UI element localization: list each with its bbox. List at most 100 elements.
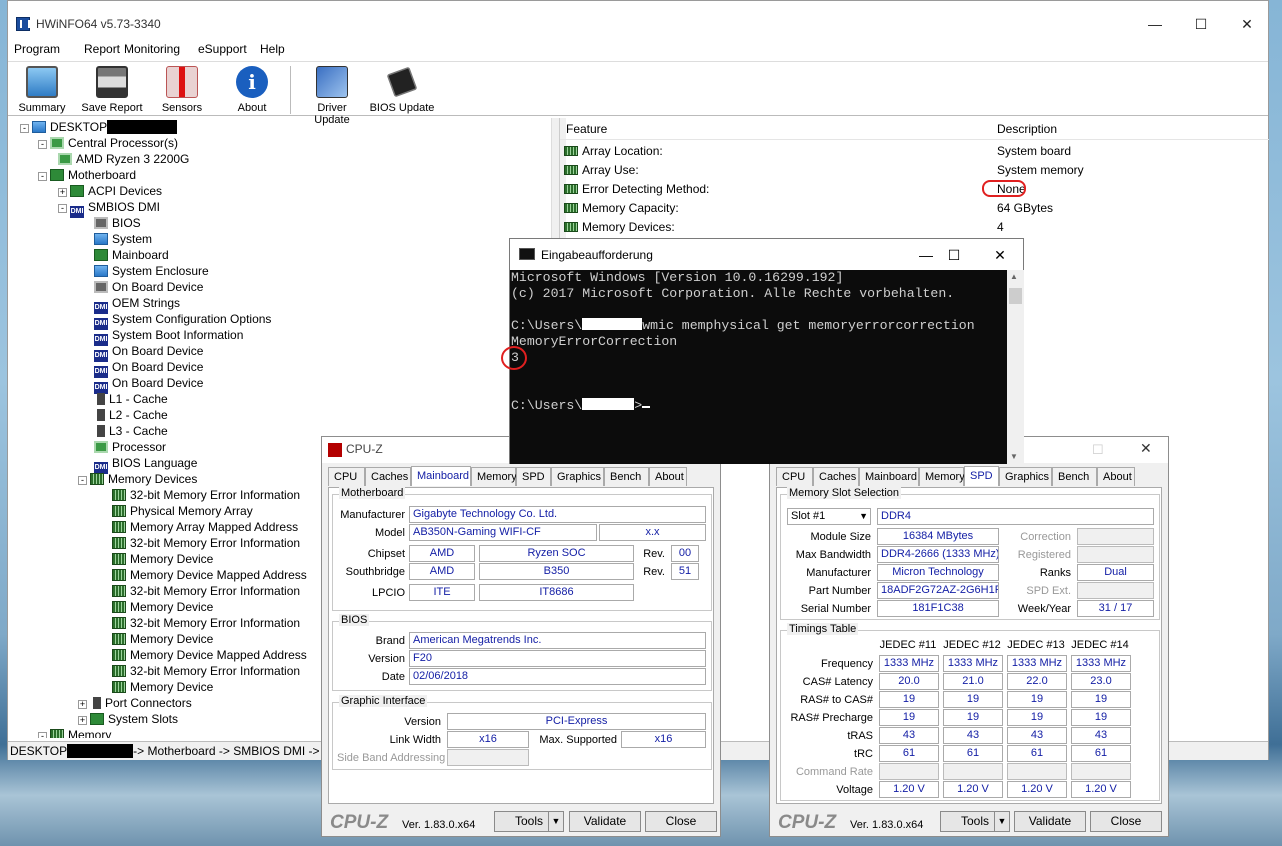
tree-node[interactable]: Physical Memory Array — [112, 503, 253, 519]
menu-report[interactable]: Report — [84, 42, 120, 56]
tab-memory[interactable]: Memory — [919, 467, 965, 486]
tools-dropdown-arrow[interactable]: ▼ — [548, 811, 564, 832]
tab-about[interactable]: About — [649, 467, 687, 486]
tree-node[interactable]: Memory Device — [112, 599, 213, 615]
menu-esupport[interactable]: eSupport — [198, 42, 247, 56]
about-button[interactable]: i About — [219, 66, 285, 114]
expand-icon[interactable]: + — [78, 716, 87, 725]
tree-node[interactable]: 32-bit Memory Error Information — [112, 487, 300, 503]
tree-node[interactable]: DMI On Board Device — [94, 375, 203, 394]
expand-icon[interactable]: + — [78, 700, 87, 709]
minimize-button[interactable]: — — [1132, 11, 1178, 37]
tab-graphics[interactable]: Graphics — [551, 467, 604, 486]
cmd-maximize-button[interactable]: ☐ — [934, 244, 974, 266]
tree-node[interactable]: - DESKTOP — [20, 119, 178, 135]
tree-node[interactable]: AMD Ryzen 3 2200G — [58, 151, 189, 167]
tree-node[interactable]: DMI OEM Strings — [94, 295, 180, 314]
tree-node[interactable]: - Central Processor(s) — [38, 135, 178, 151]
tree-node[interactable]: - DMI SMBIOS DMI — [58, 199, 160, 218]
tree-node[interactable]: Memory Device — [112, 551, 213, 567]
maximize-button[interactable]: ☐ — [1178, 11, 1224, 37]
collapse-icon[interactable]: - — [78, 476, 87, 485]
tree-node[interactable]: Memory Device Mapped Address — [112, 647, 307, 663]
collapse-icon[interactable]: - — [58, 204, 67, 213]
tree-node[interactable]: Memory Array Mapped Address — [112, 519, 298, 535]
driver-update-button[interactable]: Driver Update — [299, 66, 365, 126]
collapse-icon[interactable]: - — [38, 172, 47, 181]
tree-node[interactable]: Memory Device — [112, 679, 213, 695]
tree-node[interactable]: - Motherboard — [38, 167, 136, 183]
tab-cpu[interactable]: CPU — [776, 467, 813, 486]
tree-node[interactable]: DMI System Boot Information — [94, 327, 243, 346]
tree-node[interactable]: DMI On Board Device — [94, 359, 203, 378]
slot-select[interactable]: Slot #1 ▼ — [787, 508, 871, 525]
tree-node[interactable]: 32-bit Memory Error Information — [112, 535, 300, 551]
tab-mainboard[interactable]: Mainboard — [859, 467, 919, 486]
close-cpuz-button[interactable]: Close — [1090, 811, 1162, 832]
tree-node[interactable]: 32-bit Memory Error Information — [112, 663, 300, 679]
tab-graphics[interactable]: Graphics — [999, 467, 1052, 486]
tree-node[interactable]: - Memory — [38, 727, 111, 738]
tree-node[interactable]: System — [94, 231, 152, 247]
close-cpuz-button[interactable]: Close — [645, 811, 717, 832]
collapse-icon[interactable]: - — [38, 140, 47, 149]
scroll-thumb[interactable] — [1009, 288, 1022, 304]
menu-monitoring[interactable]: Monitoring — [124, 42, 180, 56]
tab-caches[interactable]: Caches — [813, 467, 859, 486]
tree-node[interactable]: DMI System Configuration Options — [94, 311, 271, 330]
sensors-button[interactable]: Sensors — [149, 66, 215, 114]
console-output[interactable]: Microsoft Windows [Version 10.0.16299.19… — [510, 270, 1007, 464]
tree-node[interactable]: + Port Connectors — [78, 695, 192, 711]
menu-program[interactable]: Program — [14, 42, 60, 56]
validate-button[interactable]: Validate — [569, 811, 641, 832]
tree-node[interactable]: Memory Device — [112, 631, 213, 647]
tab-cpu[interactable]: CPU — [328, 467, 365, 486]
scroll-up-icon[interactable]: ▲ — [1010, 272, 1018, 281]
tree-node[interactable]: L1 - Cache — [94, 391, 168, 407]
menu-help[interactable]: Help — [260, 42, 285, 56]
col-feature[interactable]: Feature — [566, 118, 607, 140]
tree-node[interactable]: On Board Device — [94, 279, 203, 295]
tab-memory[interactable]: Memory — [471, 467, 517, 486]
tab-about[interactable]: About — [1097, 467, 1135, 486]
tree-node[interactable]: BIOS — [94, 215, 141, 231]
tab-bench[interactable]: Bench — [604, 467, 649, 486]
bios-update-button[interactable]: BIOS Update — [369, 66, 435, 114]
tree-node[interactable]: L3 - Cache — [94, 423, 168, 439]
tree-node[interactable]: System Enclosure — [94, 263, 209, 279]
cmd-close-button[interactable]: ✕ — [980, 244, 1020, 266]
tab-mainboard[interactable]: Mainboard — [411, 466, 471, 486]
tree-node[interactable]: + ACPI Devices — [58, 183, 162, 199]
collapse-icon[interactable]: - — [20, 124, 29, 133]
scroll-down-icon[interactable]: ▼ — [1010, 452, 1018, 461]
tab-spd[interactable]: SPD — [516, 467, 551, 486]
feature-row[interactable]: Memory Capacity: — [564, 199, 679, 218]
expand-icon[interactable]: + — [58, 188, 67, 197]
tree-node[interactable]: 32-bit Memory Error Information — [112, 615, 300, 631]
feature-row[interactable]: Memory Devices: — [564, 218, 675, 237]
feature-row[interactable]: Array Location: — [564, 142, 663, 161]
tree-node[interactable]: + System Slots — [78, 711, 178, 727]
close-button[interactable]: ✕ — [1140, 440, 1152, 457]
col-description[interactable]: Description — [997, 118, 1057, 140]
summary-button[interactable]: Summary — [9, 66, 75, 114]
cmd-scrollbar[interactable]: ▲ ▼ — [1007, 270, 1024, 464]
feature-row[interactable]: Array Use: — [564, 161, 639, 180]
tree-node[interactable]: Processor — [94, 439, 166, 455]
tab-caches[interactable]: Caches — [365, 467, 411, 486]
validate-button[interactable]: Validate — [1014, 811, 1086, 832]
tree-node[interactable]: Mainboard — [94, 247, 169, 263]
feature-row[interactable]: Error Detecting Method: — [564, 180, 709, 199]
tab-bench[interactable]: Bench — [1052, 467, 1097, 486]
tree-node[interactable]: - Memory Devices — [78, 471, 197, 487]
close-button[interactable]: ✕ — [1224, 11, 1270, 37]
tree-node[interactable]: 32-bit Memory Error Information — [112, 583, 300, 599]
tree-node[interactable]: DMI BIOS Language — [94, 455, 197, 474]
tree-node[interactable]: DMI On Board Device — [94, 343, 203, 362]
tree-node[interactable]: L2 - Cache — [94, 407, 168, 423]
collapse-icon[interactable]: - — [38, 732, 47, 738]
save-report-button[interactable]: Save Report — [79, 66, 145, 114]
maximize-button[interactable]: ☐ — [1092, 442, 1104, 458]
tab-spd[interactable]: SPD — [964, 466, 999, 486]
tools-dropdown-arrow[interactable]: ▼ — [994, 811, 1010, 832]
